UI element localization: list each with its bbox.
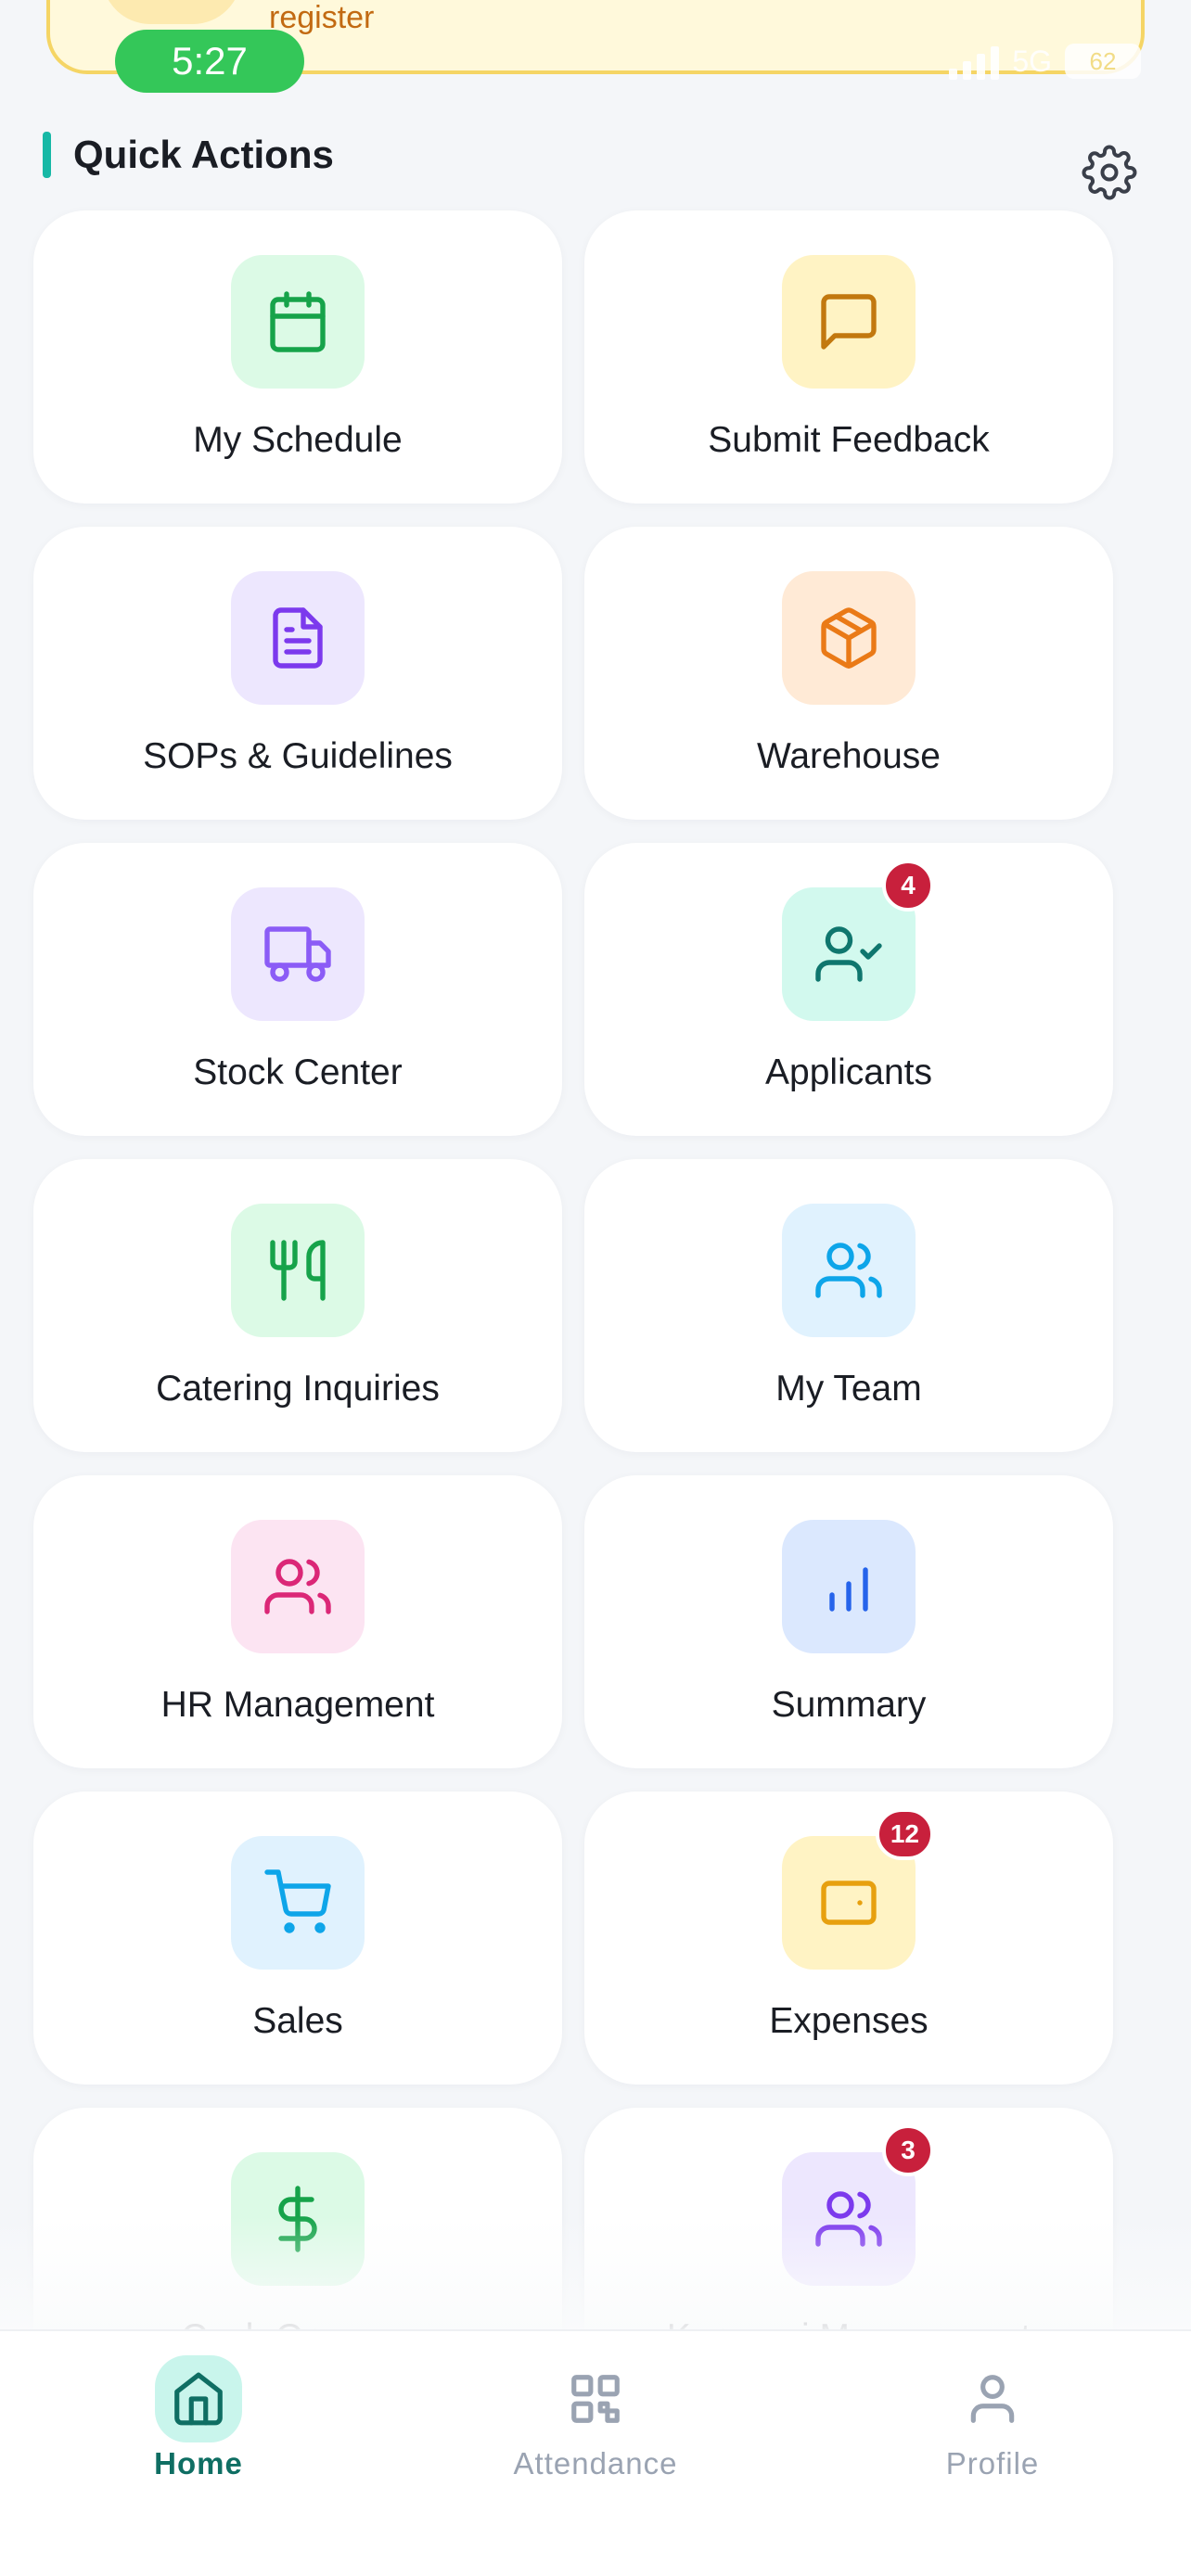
home-icon — [155, 2355, 242, 2442]
nav-tab-label: Home — [154, 2446, 243, 2480]
action-card-catering-inquiries[interactable]: Catering Inquiries — [33, 1159, 562, 1452]
action-card-warehouse[interactable]: Warehouse — [584, 527, 1113, 820]
quick-actions-grid: My Schedule Submit Feedback SOPs & Guideli… — [33, 210, 1113, 2401]
battery-icon: 62 — [1065, 44, 1141, 79]
action-card-my-team[interactable]: My Team — [584, 1159, 1113, 1452]
users-icon: 3 — [782, 2124, 934, 2286]
qr-code-icon — [552, 2355, 639, 2442]
users-icon — [231, 1520, 365, 1653]
action-card-stock-center[interactable]: Stock Center — [33, 843, 562, 1136]
action-card-submit-feedback[interactable]: Submit Feedback — [584, 210, 1113, 504]
nav-tab-home[interactable]: Home — [87, 2355, 310, 2481]
status-time: 5:27 — [115, 30, 304, 93]
action-card-label: Expenses — [769, 2001, 928, 2041]
calendar-icon — [231, 255, 365, 389]
bar-chart-icon — [782, 1520, 916, 1653]
section-header: Quick Actions — [43, 132, 334, 178]
users-icon — [782, 1204, 916, 1337]
action-card-label: Catering Inquiries — [156, 1369, 440, 1409]
user-icon — [949, 2355, 1036, 2442]
action-card-hr-management[interactable]: HR Management — [33, 1475, 562, 1768]
section-accent-bar — [43, 132, 51, 178]
action-card-label: HR Management — [160, 1685, 435, 1725]
action-card-label: My Team — [775, 1369, 922, 1409]
user-check-icon: 4 — [782, 860, 934, 1021]
action-card-label: Stock Center — [193, 1052, 403, 1092]
action-card-sops-and-guidelines[interactable]: SOPs & Guidelines — [33, 527, 562, 820]
action-card-label: Sales — [252, 2001, 343, 2041]
action-card-label: My Schedule — [193, 420, 403, 460]
section-title: Quick Actions — [73, 133, 334, 176]
notification-badge: 12 — [875, 1808, 934, 1860]
banner-text: register — [269, 0, 375, 35]
status-indicators: 5G 62 — [949, 43, 1141, 80]
action-card-summary[interactable]: Summary — [584, 1475, 1113, 1768]
package-icon — [782, 571, 916, 705]
nav-tab-label: Profile — [945, 2446, 1040, 2480]
action-card-label: Summary — [771, 1685, 927, 1725]
action-card-sales[interactable]: Sales — [33, 1792, 562, 2085]
action-card-my-schedule[interactable]: My Schedule — [33, 210, 562, 504]
nav-tab-attendance[interactable]: Attendance — [484, 2355, 707, 2481]
wallet-icon: 12 — [782, 1808, 934, 1970]
utensils-icon — [231, 1204, 365, 1337]
action-card-label: Applicants — [765, 1052, 932, 1092]
nav-tab-profile[interactable]: Profile — [881, 2355, 1104, 2481]
action-card-label: SOPs & Guidelines — [143, 736, 453, 776]
dollar-sign-icon — [231, 2152, 365, 2286]
app-screen: register 5:27 5G 62 Quick Actions My Sch… — [0, 0, 1191, 2576]
banner-avatar — [102, 0, 241, 24]
signal-icon — [949, 43, 1000, 80]
notification-badge: 4 — [882, 860, 934, 912]
truck-icon — [231, 887, 365, 1021]
action-card-expenses[interactable]: 12 Expenses — [584, 1792, 1113, 2085]
settings-gear-icon[interactable] — [1082, 145, 1137, 200]
action-card-label: Submit Feedback — [708, 420, 990, 460]
bottom-navigation: Home Attendance Profile — [0, 2329, 1191, 2576]
nav-tab-label: Attendance — [513, 2446, 678, 2480]
file-text-icon — [231, 571, 365, 705]
action-card-label: Warehouse — [757, 736, 941, 776]
network-type: 5G — [1012, 44, 1052, 78]
message-square-icon — [782, 255, 916, 389]
action-card-applicants[interactable]: 4 Applicants — [584, 843, 1113, 1136]
shopping-cart-icon — [231, 1836, 365, 1970]
notification-badge: 3 — [882, 2124, 934, 2176]
